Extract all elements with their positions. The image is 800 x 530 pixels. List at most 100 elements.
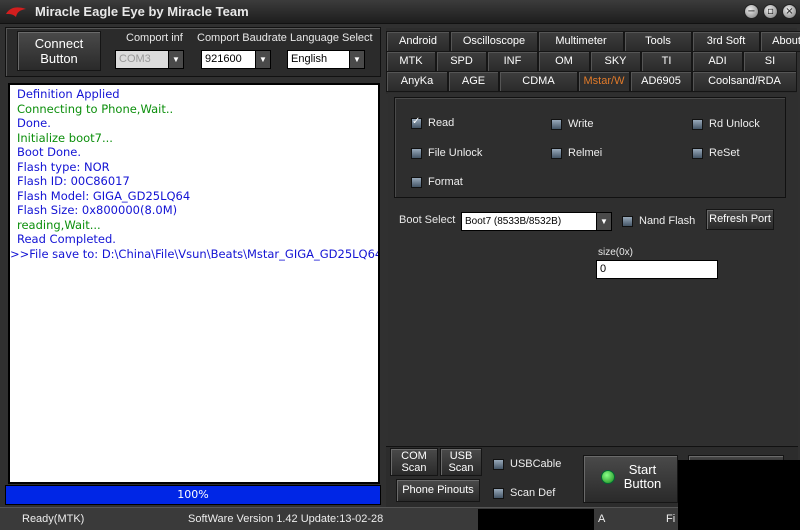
baudrate-label: Comport Baudrate — [197, 32, 287, 44]
log-line: >>File save to: D:\China\File\Vsun\Beats… — [10, 246, 380, 261]
checkbox-icon — [551, 147, 562, 159]
tab-om[interactable]: OM — [538, 51, 590, 72]
tab-inf[interactable]: INF — [487, 51, 538, 72]
tab-mtk[interactable]: MTK — [386, 51, 436, 72]
refresh-port-button[interactable]: Refresh Port — [706, 209, 774, 230]
checkbox-icon — [551, 118, 562, 130]
progress-label: 100% — [177, 488, 209, 501]
status-state: Ready(MTK) — [22, 513, 85, 525]
com-scan-label-1: COM — [401, 450, 427, 462]
reset-label: ReSet — [709, 147, 740, 159]
com-scan-button[interactable]: COM Scan — [390, 448, 438, 476]
tab-si[interactable]: SI — [743, 51, 797, 72]
checkbox-icon — [622, 215, 633, 227]
log-line: Flash Size: 0x800000(8.0M) — [17, 203, 178, 217]
read-checkbox[interactable]: Read — [411, 116, 454, 129]
tab-3rd-soft[interactable]: 3rd Soft — [692, 31, 760, 52]
checkbox-icon — [692, 118, 703, 130]
log-output[interactable]: Definition Applied Connecting to Phone,Wa… — [8, 83, 380, 484]
chevron-down-icon: ▼ — [168, 51, 183, 68]
connect-button-label-1: Connect — [34, 36, 84, 51]
checkbox-checked-icon — [411, 116, 422, 129]
reset-checkbox[interactable]: ReSet — [692, 147, 740, 159]
tab-sky[interactable]: SKY — [590, 51, 641, 72]
chevron-down-icon[interactable]: ▼ — [596, 213, 611, 230]
log-line: Initialize boot7... — [17, 130, 113, 145]
log-line: Definition Applied — [17, 87, 120, 101]
log-line: reading,Wait... — [17, 217, 101, 232]
start-label-2: Button — [623, 476, 662, 491]
boot-select[interactable]: Boot7 (8533B/8532B) ▼ — [461, 212, 612, 231]
start-label-1: Start — [628, 462, 657, 477]
eagle-logo-icon — [6, 7, 26, 18]
connect-button-label-2: Button — [40, 51, 78, 66]
nand-flash-label: Nand Flash — [639, 215, 696, 227]
tab-oscilloscope[interactable]: Oscilloscope — [450, 31, 538, 52]
rd-unlock-label: Rd Unlock — [709, 118, 760, 130]
scan-def-label: Scan Def — [510, 487, 556, 499]
title-bar: Miracle Eagle Eye by Miracle Team − ▫ × — [0, 0, 800, 24]
nand-flash-checkbox[interactable]: Nand Flash — [622, 215, 695, 227]
tab-coolsand-rda[interactable]: Coolsand/RDA — [692, 71, 797, 92]
power-icon — [601, 470, 615, 484]
tab-strip: Android Oscilloscope Multimeter Tools 3rd So… — [386, 28, 800, 94]
log-line: Connecting to Phone,Wait.. — [17, 101, 174, 116]
rd-unlock-checkbox[interactable]: Rd Unlock — [692, 118, 760, 130]
tab-multimeter[interactable]: Multimeter — [538, 31, 624, 52]
window-title: Miracle Eagle Eye by Miracle Team — [35, 4, 249, 19]
connect-button[interactable]: Connect Button — [17, 31, 101, 71]
tab-mstar-w[interactable]: Mstar/W — [578, 71, 630, 92]
tab-ti[interactable]: TI — [641, 51, 692, 72]
format-label: Format — [428, 176, 463, 188]
redaction-block — [678, 460, 800, 530]
tab-android[interactable]: Android — [386, 31, 450, 52]
status-version: SoftWare Version 1.42 Update:13-02-28 — [188, 513, 384, 525]
write-checkbox[interactable]: Write — [551, 118, 593, 130]
checkbox-icon — [493, 458, 504, 470]
comport-inf-select: COM3 ▼ — [115, 50, 184, 69]
checkbox-icon — [411, 147, 422, 159]
log-line: Done. — [17, 116, 51, 130]
tab-age[interactable]: AGE — [448, 71, 499, 92]
boot-select-label: Boot Select — [399, 214, 456, 226]
baudrate-select[interactable]: 921600 ▼ — [201, 50, 271, 69]
log-line: Flash Model: GIGA_GD25LQ64 — [17, 188, 191, 203]
checkbox-icon — [493, 487, 504, 499]
tab-ad6905[interactable]: AD6905 — [630, 71, 692, 92]
progress-bar: 100% — [5, 485, 381, 505]
start-button[interactable]: Start Button — [583, 455, 678, 503]
comport-inf-label: Comport inf — [126, 32, 183, 44]
relmei-checkbox[interactable]: Relmei — [551, 147, 602, 159]
checkbox-icon — [692, 147, 703, 159]
scan-def-checkbox[interactable]: Scan Def — [493, 487, 555, 499]
minimize-icon[interactable]: − — [744, 4, 759, 19]
chevron-down-icon[interactable]: ▼ — [349, 51, 364, 68]
log-line: Flash ID: 00C86017 — [17, 174, 130, 188]
chevron-down-icon[interactable]: ▼ — [255, 51, 270, 68]
boot-select-value: Boot7 (8533B/8532B) — [465, 216, 562, 227]
size-input[interactable]: 0 — [596, 260, 718, 279]
refresh-port-label: Refresh Port — [709, 213, 771, 225]
tab-adi[interactable]: ADI — [692, 51, 743, 72]
usb-cable-checkbox[interactable]: USBCable — [493, 458, 561, 470]
phone-pinouts-button[interactable]: Phone Pinouts — [396, 479, 480, 502]
language-select[interactable]: English ▼ — [287, 50, 365, 69]
language-label: Language Select — [290, 32, 373, 44]
write-label: Write — [568, 118, 594, 130]
restore-icon[interactable]: ▫ — [763, 4, 778, 19]
tab-spd[interactable]: SPD — [436, 51, 487, 72]
status-fragment-fi: Fi — [666, 513, 676, 525]
log-line: Boot Done. — [17, 145, 82, 159]
format-checkbox[interactable]: Format — [411, 176, 463, 188]
size-label: size(0x) — [598, 247, 634, 258]
tab-anyka[interactable]: AnyKa — [386, 71, 448, 92]
usb-scan-label-2: Scan — [448, 462, 474, 474]
tab-tools[interactable]: Tools — [624, 31, 692, 52]
tab-cdma[interactable]: CDMA — [499, 71, 578, 92]
file-unlock-checkbox[interactable]: File Unlock — [411, 147, 482, 159]
usb-scan-button[interactable]: USB Scan — [440, 448, 482, 476]
relmei-label: Relmei — [568, 147, 603, 159]
redaction-block — [478, 509, 594, 530]
tab-about[interactable]: About — [760, 31, 800, 52]
close-icon[interactable]: × — [782, 4, 797, 19]
